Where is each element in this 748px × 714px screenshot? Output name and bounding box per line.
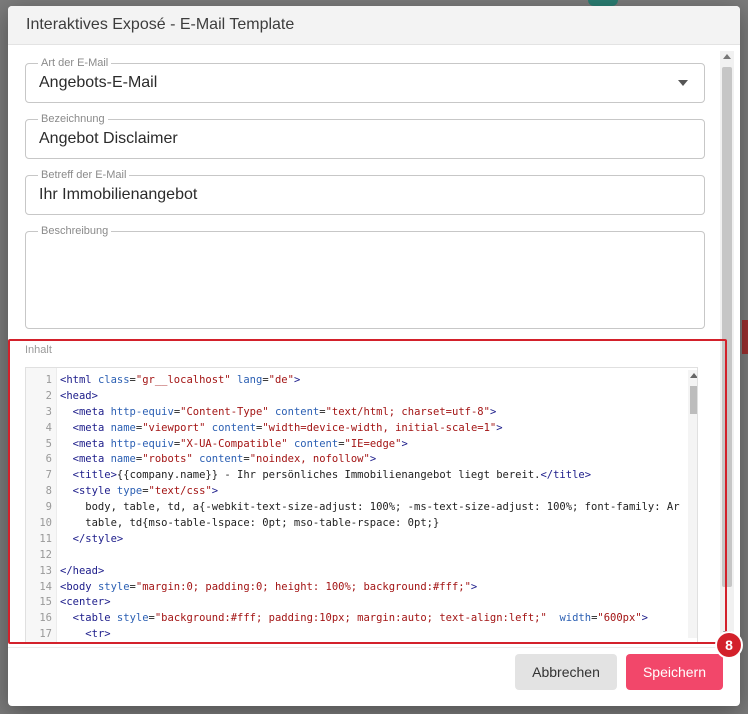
dialog-header: Interaktives Exposé - E-Mail Template: [8, 6, 740, 45]
subject-label: Betreff der E-Mail: [38, 168, 130, 182]
subject-value: Ihr Immobilienangebot: [39, 186, 198, 203]
subject-field[interactable]: Betreff der E-Mail Ihr Immobilienangebot: [25, 168, 705, 215]
description-label: Beschreibung: [38, 224, 112, 238]
mail-type-select[interactable]: Art der E-Mail Angebots-E-Mail: [25, 56, 705, 103]
mail-type-value: Angebots-E-Mail: [39, 74, 158, 91]
name-field[interactable]: Bezeichnung Angebot Disclaimer: [25, 112, 705, 159]
footer-divider: [8, 647, 740, 648]
name-value: Angebot Disclaimer: [39, 130, 178, 147]
dialog-title: Interaktives Exposé - E-Mail Template: [26, 16, 295, 33]
background-accent: [742, 320, 748, 354]
mail-type-label: Art der E-Mail: [38, 56, 112, 70]
description-field[interactable]: Beschreibung: [25, 224, 705, 329]
name-label: Bezeichnung: [38, 112, 108, 126]
scroll-up-arrow-icon[interactable]: [723, 54, 731, 59]
dropdown-caret-icon[interactable]: [678, 80, 688, 86]
content-highlight-annotation: [8, 339, 727, 644]
cancel-button[interactable]: Abbrechen: [515, 654, 617, 690]
step-number-badge: 8: [715, 631, 743, 659]
save-button[interactable]: Speichern: [626, 654, 723, 690]
